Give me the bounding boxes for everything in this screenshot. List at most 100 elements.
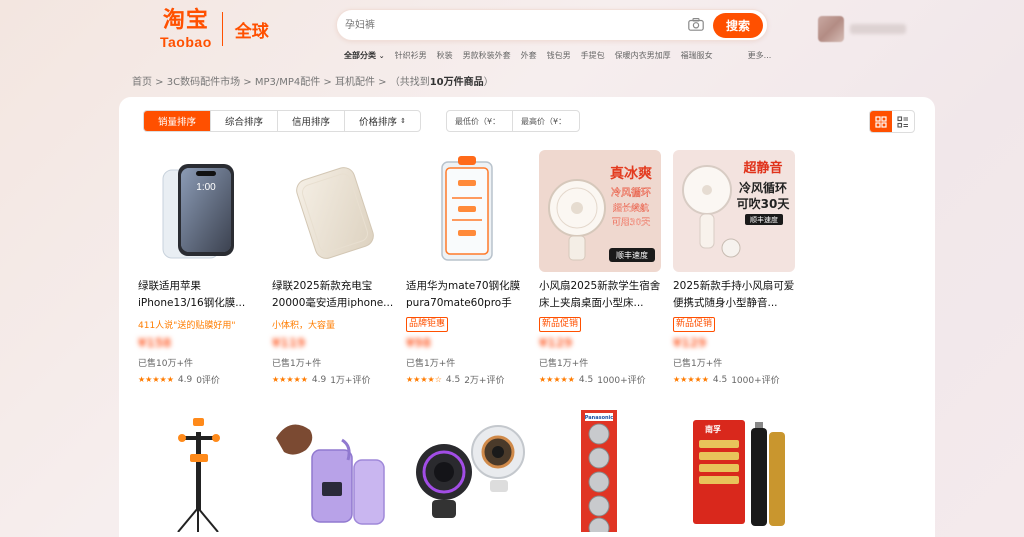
product-highlight: 411人说"送的贴膜好用" <box>138 316 262 332</box>
price-value: ¥98 <box>406 336 432 350</box>
rating-score: 4.9 <box>177 374 193 385</box>
handheld-fan-banner-text: 可吹30天 <box>737 196 791 211</box>
star-rating-icon: ★★★★★ <box>272 375 308 384</box>
rating: ★★★★☆ 4.5 2万+评价 <box>406 373 530 387</box>
product-card[interactable] <box>406 410 530 532</box>
sold-count: 已售1万+件 <box>406 359 456 369</box>
all-categories-label: 全部分类 <box>344 51 376 60</box>
review-count: 2万+评价 <box>464 376 505 386</box>
more-keywords-link[interactable]: 更多... <box>748 50 772 61</box>
chevron-down-icon: ⌄ <box>378 52 385 60</box>
handheld-fan-banner-text: 冷风循环 <box>739 180 787 195</box>
product-title[interactable]: 小风扇2025新款学生宿舍床上夹扇桌面小型床... <box>539 278 663 312</box>
product-image-power-bank[interactable] <box>272 150 394 272</box>
product-card[interactable]: 超静音 冷风循环 可吹30天 顺丰速度 2025新款手持小风扇可爱便携式随身小型… <box>673 150 797 386</box>
breadcrumb-path[interactable]: 首页 > 3C数码配件市场 > MP3/MP4配件 > 耳机配件 > （共找到 <box>132 77 430 88</box>
user-account[interactable] <box>818 16 906 42</box>
product-highlight-text: 小体积，大容量 <box>272 320 336 331</box>
product-image-panasonic-coin-batteries[interactable]: Panasonic <box>539 410 661 532</box>
clip-fan-banner-text: 冷风循环 <box>611 186 651 199</box>
promo-tag: 新品促销 <box>673 316 716 332</box>
search-bar: 搜索 <box>336 9 768 41</box>
camera-icon[interactable] <box>688 18 704 31</box>
product-card[interactable]: 适用华为mate70钢化膜pura70mate60pro手机... 品牌钜惠 ¥… <box>406 150 530 386</box>
product-price: ¥129 <box>673 336 797 352</box>
search-input[interactable] <box>345 10 675 40</box>
rating: ★★★★★ 4.5 1000+评价 <box>539 373 663 387</box>
list-view-icon[interactable] <box>892 111 914 132</box>
hot-keyword[interactable]: 外套 <box>521 50 537 61</box>
svg-text:1:00: 1:00 <box>196 182 216 193</box>
logo-en-text: Taobao <box>160 33 212 50</box>
handheld-fan-badge-text: 顺丰速度 <box>750 215 778 224</box>
price-value: ¥129 <box>673 336 707 350</box>
sort-by-sales-button[interactable]: 销量排序 <box>144 111 212 131</box>
all-categories-link[interactable]: 全部分类 ⌄ <box>344 50 385 61</box>
sold-count: 已售1万+件 <box>539 359 589 369</box>
breadcrumb: 首页 > 3C数码配件市场 > MP3/MP4配件 > 耳机配件 > （共找到1… <box>132 73 494 88</box>
view-toggle <box>869 110 915 133</box>
rating: ★★★★★ 4.9 0评价 <box>138 373 262 387</box>
logo-divider <box>221 12 223 46</box>
price-value: ¥119 <box>272 336 306 350</box>
hot-keyword[interactable]: 钱包男 <box>547 50 571 61</box>
taobao-logo[interactable]: 淘宝 Taobao 全球 <box>160 8 269 50</box>
rating-score: 4.9 <box>311 374 327 385</box>
sold-count: 已售1万+件 <box>272 359 322 369</box>
price-max-input[interactable]: 最高价（¥： <box>513 111 579 131</box>
hot-keyword[interactable]: 秋装 <box>437 50 453 61</box>
clip-fan-banner-text: 真冰爽 <box>610 165 652 182</box>
product-highlight: 小体积，大容量 <box>272 316 396 332</box>
hot-keyword[interactable]: 针织衫男 <box>395 50 427 61</box>
product-card[interactable] <box>272 410 396 532</box>
promo-tag: 品牌钜惠 <box>406 316 449 332</box>
sort-general-button[interactable]: 综合排序 <box>211 111 279 131</box>
sort-by-price-button[interactable]: 价格排序 ⇕ <box>345 111 420 131</box>
product-card[interactable]: 真冰爽 冷风循环 超长续航 可用30天 顺丰速度 小风扇2025新款学生宿舍床上… <box>539 150 663 386</box>
sort-by-price-label: 价格排序 <box>359 117 398 128</box>
star-rating-icon: ★★★★★ <box>138 375 174 384</box>
product-image-film-installer[interactable] <box>406 150 528 272</box>
avatar[interactable] <box>818 16 844 42</box>
logo-cn-text: 淘宝 <box>162 7 209 33</box>
sort-by-credit-button[interactable]: 信用排序 <box>278 111 346 131</box>
product-card[interactable] <box>138 410 262 532</box>
price-range-filter: 最低价（¥： 最高价（¥： <box>446 110 580 132</box>
product-title[interactable]: 2025新款手持小风扇可爱便携式随身小型静音... <box>673 278 797 312</box>
hot-keywords: 全部分类 ⌄ 针织衫男 秋装 男款秋装外套 外套 钱包男 手提包 保暖内衣男加厚… <box>344 50 781 61</box>
product-image-webcam[interactable] <box>406 410 528 532</box>
product-highlight-text: 411人说"送的贴膜好用" <box>138 320 236 331</box>
rating: ★★★★★ 4.5 1000+评价 <box>673 373 797 387</box>
hot-keyword[interactable]: 手提包 <box>581 50 605 61</box>
product-image-clip-fan[interactable]: 真冰爽 冷风循环 超长续航 可用30天 顺丰速度 <box>539 150 661 272</box>
product-image-nanfu-aa-batteries[interactable]: 南孚 <box>673 410 795 532</box>
result-count: 10万件商品 <box>429 77 484 88</box>
search-button[interactable]: 搜索 <box>713 13 763 38</box>
price-min-input[interactable]: 最低价（¥： <box>447 111 513 131</box>
product-price: ¥129 <box>539 336 663 352</box>
promo-tag: 新品促销 <box>539 316 582 332</box>
hot-keyword[interactable]: 福瑞服女 <box>681 50 713 61</box>
product-title[interactable]: 绿联适用苹果iPhone13/16钢化膜... <box>138 278 262 312</box>
grid-view-icon[interactable] <box>870 111 892 132</box>
hot-keyword[interactable]: 保暖内衣男加厚 <box>615 50 671 61</box>
results-panel: 销量排序 综合排序 信用排序 价格排序⇕ 最低价（¥： 最高价（¥： 1:00 <box>119 97 935 537</box>
rating-score: 4.5 <box>578 374 594 385</box>
product-image-purple-power-bank[interactable] <box>272 410 394 532</box>
hot-keyword[interactable]: 男款秋装外套 <box>463 50 511 61</box>
product-image-tripod-stand[interactable] <box>138 410 260 532</box>
product-highlight: 品牌钜惠 <box>406 316 530 332</box>
product-card[interactable]: 绿联2025新款充电宝20000毫安适用iphone... 小体积，大容量 ¥1… <box>272 150 396 386</box>
logo-global-text: 全球 <box>234 21 269 42</box>
product-image-handheld-fan[interactable]: 超静音 冷风循环 可吹30天 顺丰速度 <box>673 150 795 272</box>
star-rating-icon: ★★★★☆ <box>406 375 442 384</box>
handheld-fan-banner-text: 超静音 <box>743 160 782 176</box>
product-card[interactable]: Panasonic <box>539 410 663 532</box>
product-card[interactable]: 1:00 绿联适用苹果iPhone13/16钢化膜... 411人说"送的贴膜好… <box>138 150 262 386</box>
product-title[interactable]: 适用华为mate70钢化膜pura70mate60pro手机... <box>406 278 530 312</box>
product-image-screen-protector[interactable]: 1:00 <box>138 150 260 272</box>
rating-score: 4.5 <box>445 374 461 385</box>
review-count: 1万+评价 <box>330 376 371 386</box>
product-title[interactable]: 绿联2025新款充电宝20000毫安适用iphone... <box>272 278 396 312</box>
product-card[interactable]: 南孚 <box>673 410 797 532</box>
